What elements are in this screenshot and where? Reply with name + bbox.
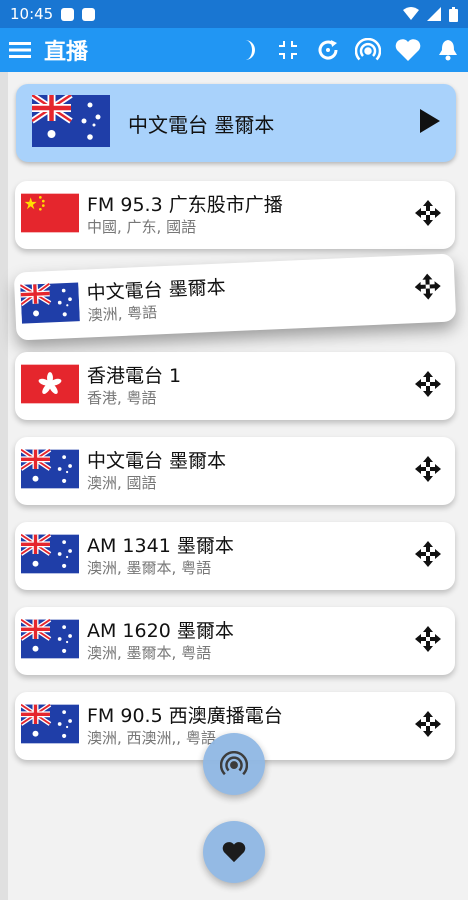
station-subtitle: 中國, 广东, 國語: [87, 218, 197, 236]
china-flag-icon: [21, 192, 79, 238]
now-playing-card[interactable]: 中文電台 墨爾本: [16, 84, 456, 162]
station-text: 中文電台 墨爾本澳洲, 國語: [87, 449, 415, 493]
drag-handle-icon[interactable]: [415, 456, 441, 486]
station-text: FM 95.3 广东股市广播中國, 广东, 國語: [87, 193, 415, 237]
now-playing-name: 中文電台 墨爾本: [128, 112, 275, 137]
refresh-icon[interactable]: [308, 28, 348, 72]
station-subtitle: 澳洲, 墨爾本, 粤語: [87, 559, 212, 577]
notification-icon: [61, 7, 75, 21]
drag-handle-icon[interactable]: [414, 273, 442, 304]
australia-flag-icon: [32, 95, 110, 151]
station-name: FM 95.3 广东股市广播: [87, 194, 283, 216]
heart-icon[interactable]: [388, 28, 428, 72]
station-card[interactable]: 中文電台 墨爾本 澳洲, 粤語: [13, 253, 457, 341]
australia-flag-icon: [21, 703, 79, 749]
left-edge: [0, 72, 8, 900]
station-card[interactable]: 香港電台 1 香港, 粤語: [15, 352, 455, 420]
australia-flag-icon: [21, 448, 79, 494]
australia-flag-icon: [21, 618, 79, 664]
app-bar: 直播: [0, 28, 468, 72]
station-card[interactable]: AM 1620 墨爾本澳洲, 墨爾本, 粤語: [15, 607, 455, 675]
battery-icon: [449, 6, 458, 22]
station-name: AM 1341 墨爾本: [87, 535, 234, 557]
bell-icon[interactable]: [428, 28, 468, 72]
broadcast-icon[interactable]: [348, 28, 388, 72]
station-text: AM 1620 墨爾本澳洲, 墨爾本, 粤語: [87, 619, 415, 663]
status-bar: 10:45: [0, 0, 468, 28]
moon-icon[interactable]: [228, 28, 268, 72]
station-name: FM 90.5 西澳廣播電台: [87, 705, 283, 727]
station-name: 香港電台 1: [87, 365, 182, 387]
wifi-icon: [403, 7, 419, 20]
station-card[interactable]: 中文電台 墨爾本澳洲, 國語: [15, 437, 455, 505]
australia-flag-icon: [20, 281, 80, 329]
sim-icon: [82, 7, 96, 21]
menu-icon[interactable]: [0, 28, 40, 72]
drag-handle-icon[interactable]: [415, 626, 441, 656]
station-card[interactable]: AM 1341 墨爾本澳洲, 墨爾本, 粤語: [15, 522, 455, 590]
drag-handle-icon[interactable]: [415, 200, 441, 230]
station-subtitle: 香港, 粤語: [87, 389, 157, 407]
broadcast-fab[interactable]: [203, 733, 265, 795]
drag-handle-icon[interactable]: [415, 711, 441, 741]
station-subtitle: 澳洲, 墨爾本, 粤語: [87, 644, 212, 662]
station-text: 香港電台 1 香港, 粤語: [87, 364, 415, 408]
status-time: 10:45: [10, 5, 54, 23]
play-icon[interactable]: [418, 108, 442, 138]
station-name: AM 1620 墨爾本: [87, 620, 234, 642]
drag-handle-icon[interactable]: [415, 541, 441, 571]
station-card[interactable]: FM 95.3 广东股市广播中國, 广东, 國語: [15, 181, 455, 249]
page-title: 直播: [44, 40, 89, 65]
compress-icon[interactable]: [268, 28, 308, 72]
drag-handle-icon[interactable]: [415, 371, 441, 401]
station-name: 中文電台 墨爾本: [87, 450, 227, 472]
station-text: AM 1341 墨爾本澳洲, 墨爾本, 粤語: [87, 534, 415, 578]
station-subtitle: 澳洲, 國語: [87, 474, 157, 492]
favorite-fab[interactable]: [203, 821, 265, 883]
signal-icon: [427, 7, 441, 21]
hongkong-flag-icon: [21, 363, 79, 409]
station-text: 中文電台 墨爾本 澳洲, 粤語: [86, 267, 416, 325]
australia-flag-icon: [21, 533, 79, 579]
